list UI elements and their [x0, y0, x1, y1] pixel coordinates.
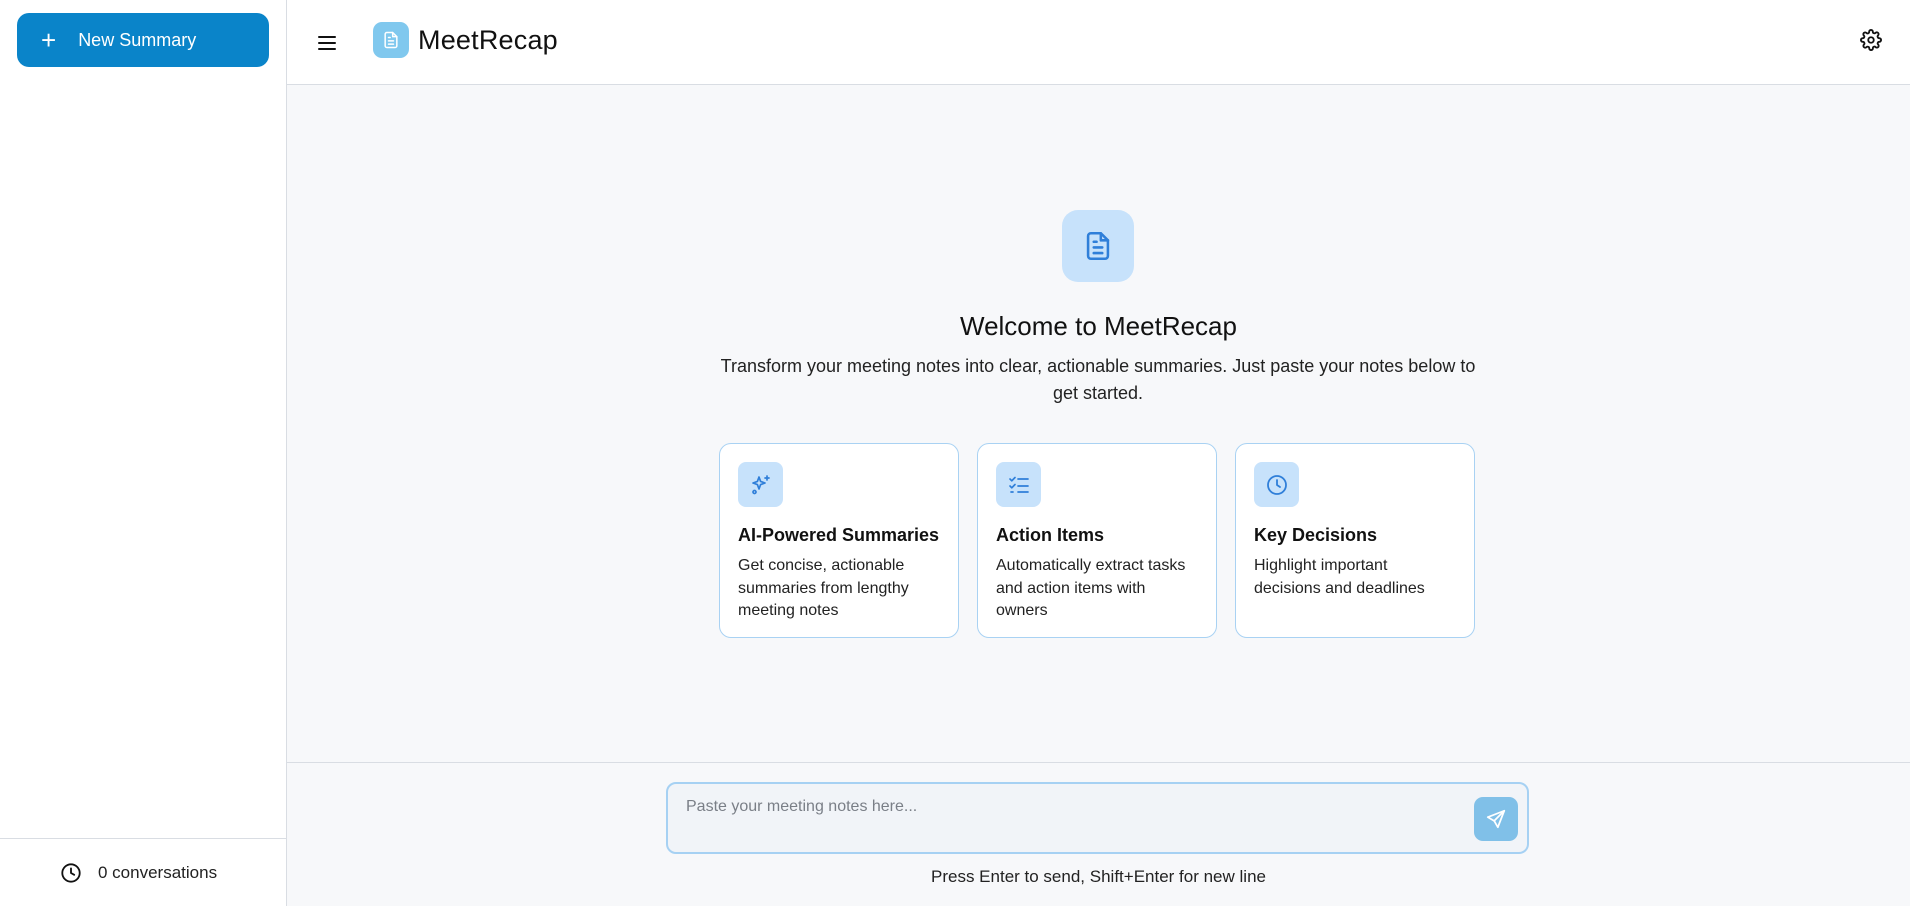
feature-description: Get concise, actionable summaries from l…: [738, 557, 909, 619]
settings-button[interactable]: [1858, 27, 1884, 53]
feature-title: AI-Powered Summaries: [738, 525, 940, 545]
new-summary-label: New Summary: [78, 29, 197, 50]
send-icon: [1486, 809, 1506, 829]
welcome-section: Welcome to MeetRecap Transform your meet…: [287, 85, 1910, 762]
top-bar: MeetRecap: [287, 0, 1910, 85]
feature-card-key-decisions: Key Decisions Highlight important decisi…: [1235, 443, 1475, 638]
feature-cards: AI-Powered Summaries Get concise, action…: [719, 443, 1475, 638]
sidebar: + New Summary 0 conversations: [0, 0, 287, 906]
app-root: + New Summary 0 conversations MeetRecap …: [0, 0, 1910, 906]
document-icon: [373, 22, 409, 58]
hamburger-icon: [318, 36, 336, 50]
sparkles-icon: [738, 462, 783, 507]
conversation-list: [0, 67, 286, 838]
notes-input[interactable]: [686, 798, 1466, 828]
feature-description: Automatically extract tasks and action i…: [996, 557, 1186, 619]
checklist-icon: [996, 462, 1041, 507]
feature-description: Highlight important decisions and deadli…: [1254, 557, 1425, 597]
new-summary-button[interactable]: + New Summary: [17, 13, 269, 67]
composer-hint: Press Enter to send, Shift+Enter for new…: [931, 867, 1266, 886]
main-area: MeetRecap Welcome to MeetRecap Transform…: [287, 0, 1910, 906]
gear-icon: [1860, 29, 1882, 51]
feature-card-action-items: Action Items Automatically extract tasks…: [977, 443, 1217, 638]
notes-input-wrapper: [666, 782, 1529, 854]
composer: Press Enter to send, Shift+Enter for new…: [287, 762, 1910, 906]
menu-toggle-button[interactable]: [312, 28, 342, 58]
send-button[interactable]: [1474, 797, 1518, 841]
brand: MeetRecap: [373, 22, 558, 58]
clock-icon: [61, 862, 81, 883]
conversation-count: 0 conversations: [0, 838, 286, 906]
document-icon: [1062, 210, 1134, 282]
plus-icon: +: [41, 25, 57, 55]
app-title: MeetRecap: [418, 24, 558, 55]
feature-card-ai-summaries: AI-Powered Summaries Get concise, action…: [719, 443, 959, 638]
welcome-subtitle: Transform your meeting notes into clear,…: [720, 356, 1476, 403]
welcome-title: Welcome to MeetRecap: [960, 311, 1237, 341]
clock-icon: [1254, 462, 1299, 507]
feature-title: Key Decisions: [1254, 525, 1378, 545]
conversation-count-label: 0 conversations: [98, 862, 218, 882]
feature-title: Action Items: [996, 525, 1105, 545]
